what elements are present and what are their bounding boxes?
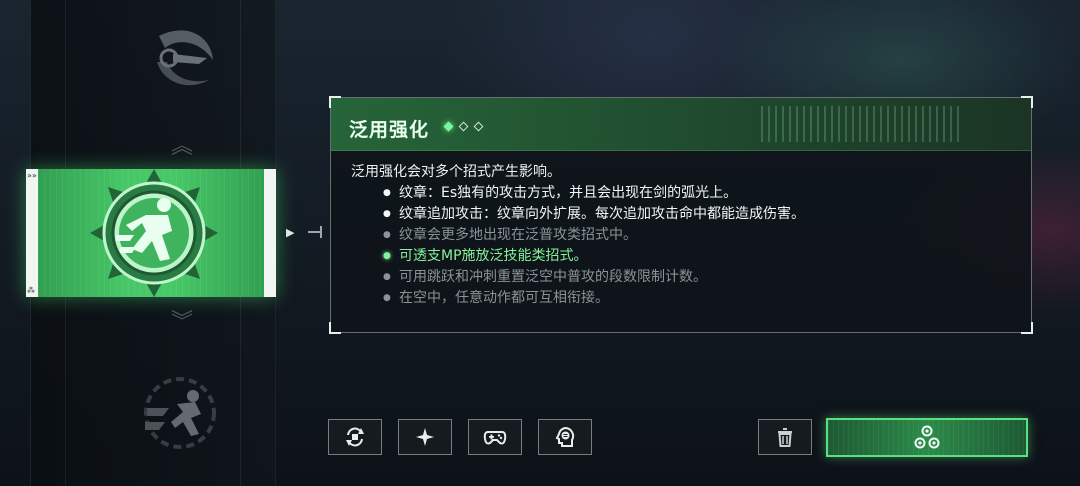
sparkle-button[interactable] xyxy=(398,419,452,455)
crescent-blade-icon[interactable] xyxy=(139,18,221,100)
skill-info-panel: 泛用强化 泛用强化会对多个招式产生影响。 纹章：Es独有的攻击方式，并且会出现在… xyxy=(329,96,1033,334)
connector-icon xyxy=(308,226,322,238)
effect-item-active: 可透支MP施放泛技能类招式。 xyxy=(383,246,805,267)
effect-item: 纹章：Es独有的攻击方式，并且会出现在剑的弧光上。 xyxy=(383,183,805,204)
effect-item: 可用跳跃和冲刺重置泛空中普攻的段数限制计数。 xyxy=(383,267,805,288)
level-pip-filled xyxy=(443,121,454,132)
card-edge xyxy=(264,169,276,297)
panel-header: 泛用强化 xyxy=(331,98,1031,151)
swap-button[interactable] xyxy=(328,419,382,455)
skill-title: 泛用强化 xyxy=(349,119,430,141)
skill-level-indicator xyxy=(443,121,484,132)
panel-corner xyxy=(329,322,341,334)
card-edge: »» ⁂ xyxy=(26,169,38,297)
sparkle-icon xyxy=(416,428,434,446)
speech-head-icon xyxy=(555,426,575,447)
effect-item: 纹章会更多地出现在泛普攻类招式中。 xyxy=(383,225,805,246)
effect-item: 纹章追加攻击：纹章向外扩展。每次追加攻击命中都能造成伤害。 xyxy=(383,204,805,225)
running-figure-emblem-icon xyxy=(90,169,218,297)
selected-skill-card[interactable]: »» ⁂ xyxy=(26,169,276,297)
delete-button[interactable] xyxy=(758,419,812,455)
panel-corner xyxy=(1021,322,1033,334)
skill-description: 泛用强化会对多个招式产生影响。 xyxy=(351,164,561,180)
trash-icon xyxy=(778,428,792,447)
cycle-icon xyxy=(346,427,364,447)
level-pip-empty xyxy=(458,121,469,132)
nodes-icon xyxy=(914,425,940,448)
effect-item: 在空中，任意动作都可互相衔接。 xyxy=(383,288,805,309)
dash-figure-icon[interactable] xyxy=(139,372,221,454)
confirm-button[interactable] xyxy=(826,418,1028,457)
level-pip-empty xyxy=(473,121,484,132)
pointer-icon: ▶ xyxy=(286,226,295,239)
double-chevron-up-icon[interactable]: ︽ xyxy=(171,136,193,158)
gamepad-icon xyxy=(483,431,507,445)
controller-button[interactable] xyxy=(468,419,522,455)
info-button[interactable] xyxy=(538,419,592,455)
skill-effect-list: 纹章：Es独有的攻击方式，并且会出现在剑的弧光上。 纹章追加攻击：纹章向外扩展。… xyxy=(383,183,805,309)
double-chevron-down-icon[interactable]: ︾ xyxy=(171,312,193,334)
header-decoration xyxy=(761,106,961,142)
